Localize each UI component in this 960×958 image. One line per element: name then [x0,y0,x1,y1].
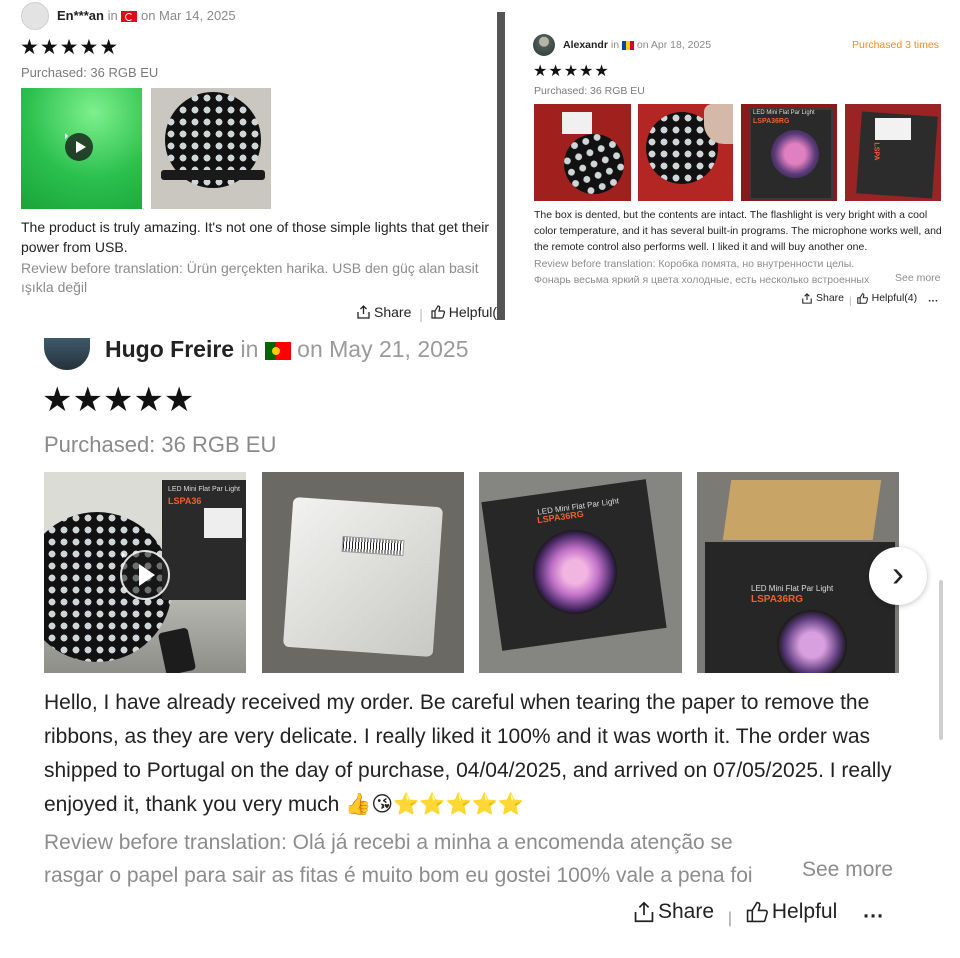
portugal-flag-icon [264,341,291,360]
action-separator: | [727,910,733,927]
review-photo[interactable] [151,88,271,209]
reviewer-name[interactable]: Alexandr [563,39,608,51]
review-text: Hello, I have already received my order.… [44,691,892,816]
play-icon[interactable] [120,550,170,600]
avatar[interactable] [21,2,49,30]
share-button[interactable]: Share [634,900,714,924]
turkey-flag-icon [121,11,138,23]
scrollbar[interactable] [939,580,943,740]
more-options-button[interactable]: ··· [928,295,939,307]
helpful-button[interactable]: Helpful(4) [856,292,918,304]
carousel-next-button[interactable]: › [869,547,927,605]
review-photo[interactable] [534,104,631,201]
review-original-text: Review before translation: Ürün gerçekte… [21,260,479,295]
review-photo[interactable] [638,104,733,201]
panel-divider [497,12,505,320]
purchased-variant: Purchased: 36 RGB EU [21,65,159,80]
helpful-button[interactable]: Helpful [746,900,837,924]
more-options-button[interactable]: ··· [863,905,884,928]
avatar[interactable] [533,34,555,56]
see-more-link[interactable]: See more [895,272,941,284]
helpful-button[interactable]: Helpful(5 [431,304,505,320]
review-photo[interactable]: LED Mini Flat Par Light LSPA36RG [741,104,837,201]
review-date: on May 21, 2025 [297,336,469,362]
purchased-variant: Purchased: 36 RGB EU [44,432,277,457]
helpful-label: Helpful [771,900,838,923]
share-label: Share [658,900,715,923]
share-label: Share [816,292,845,304]
share-button[interactable]: Share [802,292,844,304]
review-original-text: Review before translation: Olá já recebi… [44,831,753,887]
thumbs-up-icon [856,292,868,304]
star-rating: ★★★★★ [42,381,195,419]
thumbs-up-icon [746,901,768,923]
share-icon [357,305,370,319]
play-icon[interactable] [65,133,93,161]
in-label: in [107,8,118,23]
see-more-link[interactable]: See more [802,858,893,882]
moldova-flag-icon [621,40,634,50]
review-text: The box is dented, but the contents are … [534,209,942,253]
reviewer-name[interactable]: En***an [57,8,104,23]
chevron-right-icon: › [892,553,904,594]
thumbs-up-icon [431,305,445,319]
share-icon [634,901,654,923]
avatar[interactable] [44,338,90,370]
reviewer-name[interactable]: Hugo Freire [105,336,234,362]
share-icon [802,292,812,304]
purchased-times-badge: Purchased 3 times [852,39,939,51]
review-photo[interactable]: LED Mini Flat Par Light LSPA36RG [479,472,682,673]
share-button[interactable]: Share [357,304,411,320]
star-rating: ★★★★★ [20,36,120,59]
review-date: on Apr 18, 2025 [636,39,712,51]
purchased-variant: Purchased: 36 RGB EU [534,85,645,97]
star-rating: ★★★★★ [533,63,610,80]
box-label: LED Mini Flat Par Light [753,110,815,116]
review-text: The product is truly amazing. It's not o… [21,219,490,255]
box-model: LSPA36RG [753,118,790,125]
review-video-thumbnail[interactable]: LED Mini Flat Par Light LSPA36 [44,472,246,673]
review-photo[interactable] [262,472,464,673]
helpful-label: Helpful(4) [871,292,918,304]
in-label: in [240,336,259,362]
review-original-text: Review before translation: Коробка помят… [534,258,870,286]
share-label: Share [374,304,412,320]
review-photo[interactable]: LSPA [845,104,941,201]
review-video-thumbnail[interactable] [21,88,142,209]
in-label: in [610,39,620,51]
review-date: on Mar 14, 2025 [140,8,236,23]
